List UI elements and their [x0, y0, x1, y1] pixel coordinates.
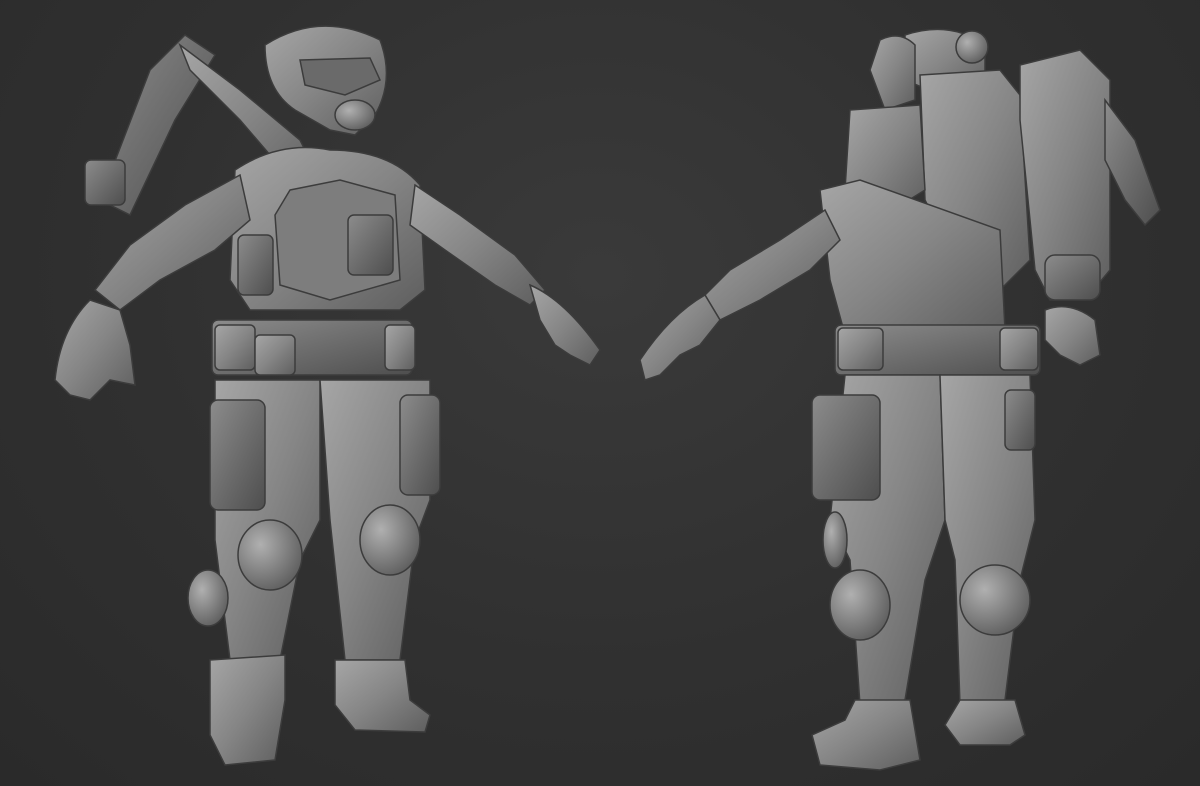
front-view-figure [54, 25, 601, 766]
back-view-figure [639, 28, 1161, 771]
sculpt-render [54, 25, 1161, 771]
render-viewport [0, 0, 1200, 786]
